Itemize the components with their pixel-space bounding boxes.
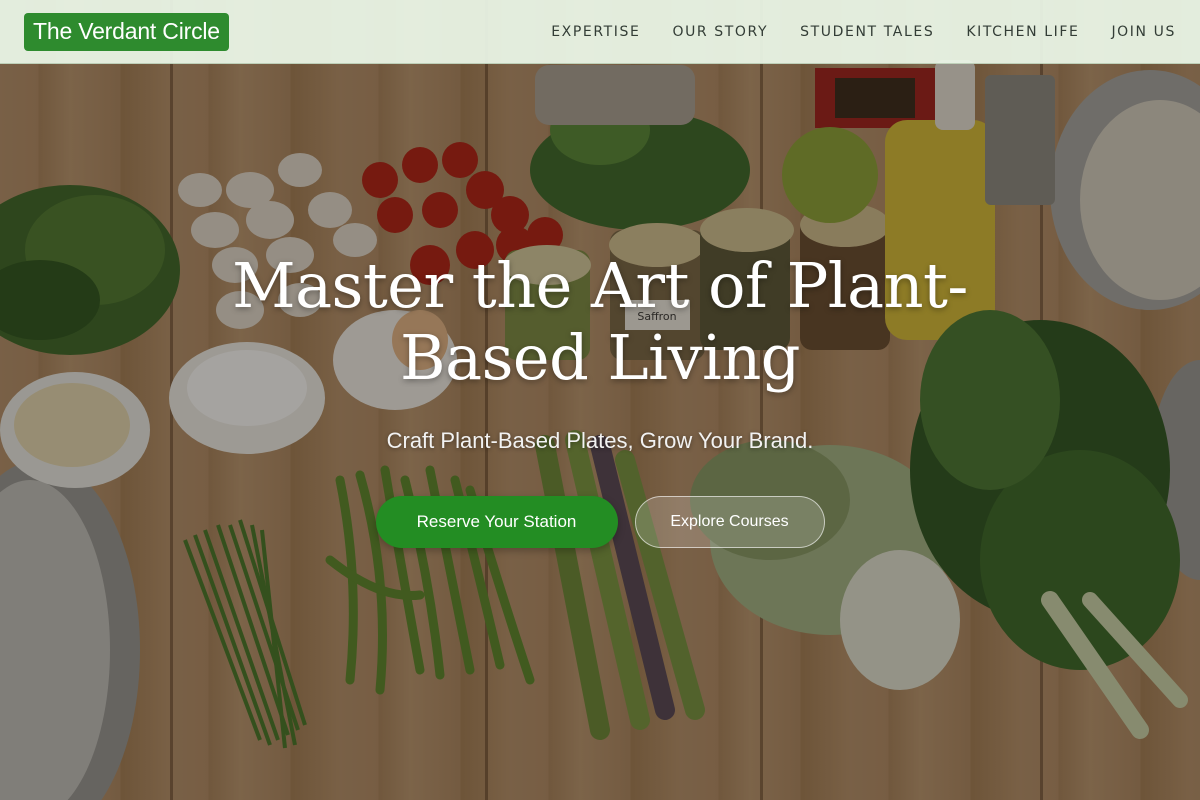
cta-group: Reserve Your Station Explore Courses	[0, 496, 1200, 548]
hero-tagline: Craft Plant-Based Plates, Grow Your Bran…	[386, 428, 814, 453]
hero-content: Master the Art of Plant-Based Living Cra…	[0, 250, 1200, 548]
main-nav: EXPERTISE OUR STORY STUDENT TALES KITCHE…	[551, 24, 1176, 40]
site-logo[interactable]: The Verdant Circle	[24, 12, 229, 51]
explore-courses-button[interactable]: Explore Courses	[634, 496, 825, 548]
nav-link-kitchen-life[interactable]: KITCHEN LIFE	[966, 24, 1079, 40]
nav-link-expertise[interactable]: EXPERTISE	[551, 24, 640, 40]
hero-headline: Master the Art of Plant-Based Living	[232, 249, 968, 394]
nav-link-our-story[interactable]: OUR STORY	[672, 24, 768, 40]
reserve-station-button[interactable]: Reserve Your Station	[375, 496, 618, 548]
nav-link-student-tales[interactable]: STUDENT TALES	[800, 24, 934, 40]
nav-link-join-us[interactable]: JOIN US	[1111, 24, 1176, 40]
site-header: The Verdant Circle EXPERTISE OUR STORY S…	[0, 0, 1200, 64]
